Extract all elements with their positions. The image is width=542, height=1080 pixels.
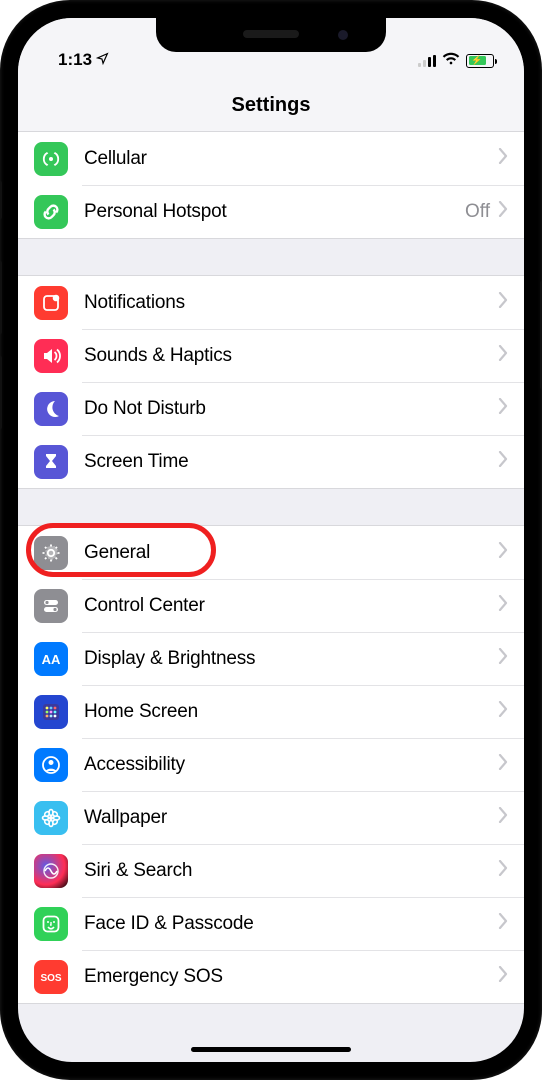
volume-down-button [0,355,2,430]
row-hotspot[interactable]: Personal HotspotOff [18,185,524,238]
row-label: Control Center [84,595,498,617]
status-time: 1:13 [58,50,92,70]
face-icon [34,907,68,941]
chevron-right-icon [498,345,508,366]
volume-up-button [0,260,2,335]
row-dnd[interactable]: Do Not Disturb [18,382,524,435]
row-detail: Off [465,201,490,223]
siri-icon [34,854,68,888]
gear-icon [34,536,68,570]
row-screentime[interactable]: Screen Time [18,435,524,488]
chevron-right-icon [498,807,508,828]
row-faceid[interactable]: Face ID & Passcode [18,897,524,950]
settings-list[interactable]: Cellular Personal HotspotOff Notifications… [18,132,524,1060]
row-accessibility[interactable]: Accessibility [18,738,524,791]
row-notifications[interactable]: Notifications [18,276,524,329]
row-label: Face ID & Passcode [84,913,498,935]
home-indicator[interactable] [191,1047,351,1052]
row-sos[interactable]: Emergency SOS [18,950,524,1003]
chevron-right-icon [498,595,508,616]
row-label: Sounds & Haptics [84,345,498,367]
hourglass-icon [34,445,68,479]
front-camera [338,30,348,40]
mute-switch [0,180,2,220]
toggles-icon [34,589,68,623]
chevron-right-icon [498,966,508,987]
grid-icon [34,695,68,729]
row-controlcenter[interactable]: Control Center [18,579,524,632]
chevron-right-icon [498,398,508,419]
notif-icon [34,286,68,320]
phone-frame: 1:13 ⚡ [0,0,542,1080]
screen: 1:13 ⚡ [18,18,524,1062]
row-homescreen[interactable]: Home Screen [18,685,524,738]
moon-icon [34,392,68,426]
row-sounds[interactable]: Sounds & Haptics [18,329,524,382]
row-label: Personal Hotspot [84,201,465,223]
wifi-icon [442,51,460,70]
person-icon [34,748,68,782]
row-label: Display & Brightness [84,648,498,670]
chevron-right-icon [498,542,508,563]
settings-group: Cellular Personal HotspotOff [18,132,524,239]
settings-group: General Control Center Display & Brightnes… [18,525,524,1004]
chevron-right-icon [498,201,508,222]
speaker-grille [243,30,299,38]
battery-icon: ⚡ [466,54,494,68]
row-label: Home Screen [84,701,498,723]
page-title: Settings [18,72,524,132]
row-siri[interactable]: Siri & Search [18,844,524,897]
antenna-icon [34,142,68,176]
row-display[interactable]: Display & Brightness [18,632,524,685]
row-general[interactable]: General [18,526,524,579]
link-icon [34,195,68,229]
chevron-right-icon [498,648,508,669]
chevron-right-icon [498,754,508,775]
settings-group: Notifications Sounds & Haptics Do Not Dist… [18,275,524,489]
row-label: Screen Time [84,451,498,473]
chevron-right-icon [498,292,508,313]
notch [156,18,386,52]
sos-icon [34,960,68,994]
chevron-right-icon [498,148,508,169]
chevron-right-icon [498,913,508,934]
flower-icon [34,801,68,835]
row-label: Cellular [84,148,498,170]
row-wallpaper[interactable]: Wallpaper [18,791,524,844]
row-label: Wallpaper [84,807,498,829]
location-icon [96,50,109,70]
row-label: Siri & Search [84,860,498,882]
row-label: Accessibility [84,754,498,776]
speaker-icon [34,339,68,373]
row-label: General [84,542,498,564]
row-cellular[interactable]: Cellular [18,132,524,185]
row-label: Emergency SOS [84,966,498,988]
row-label: Do Not Disturb [84,398,498,420]
row-label: Notifications [84,292,498,314]
chevron-right-icon [498,451,508,472]
cellular-signal-icon [418,55,436,67]
chevron-right-icon [498,860,508,881]
chevron-right-icon [498,701,508,722]
charging-bolt-icon: ⚡ [471,56,482,65]
aa-icon [34,642,68,676]
